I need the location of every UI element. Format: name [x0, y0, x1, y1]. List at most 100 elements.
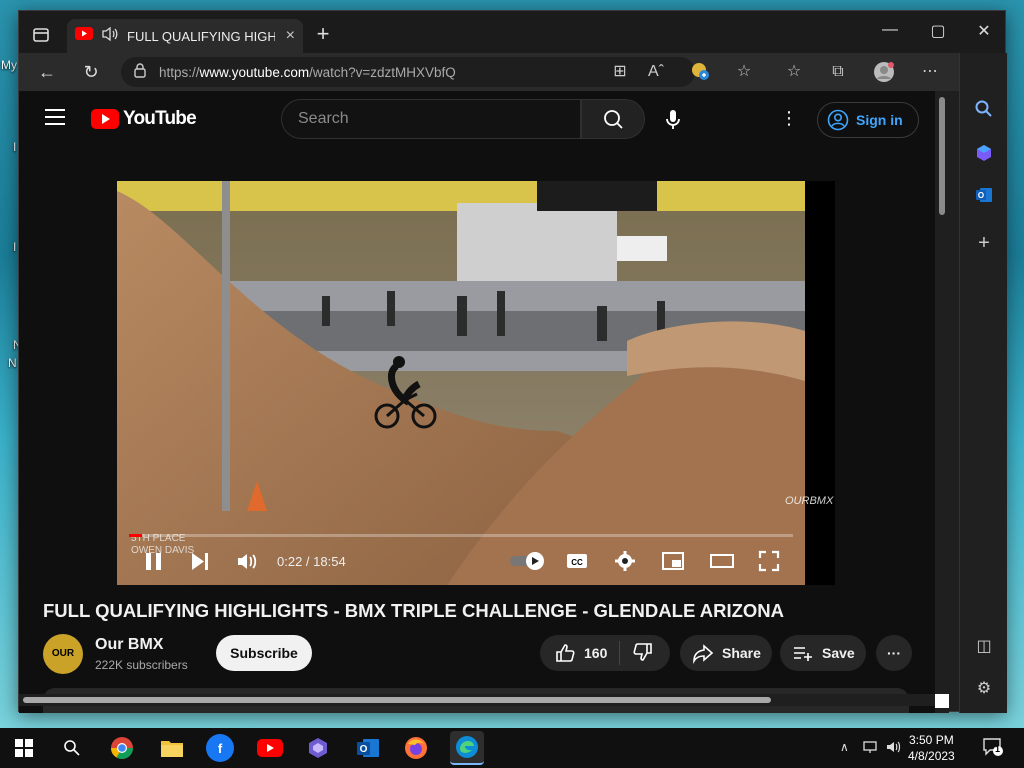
like-dislike-group: 160	[540, 635, 670, 671]
url-text: https://www.youtube.com/watch?v=zdztMHXV…	[159, 65, 456, 80]
outlook-taskbar-icon[interactable]: O	[354, 734, 382, 762]
sidebar-settings-icon[interactable]: ⚙	[972, 677, 996, 701]
youtube-taskbar-icon[interactable]	[256, 734, 284, 762]
like-button[interactable]: 160	[540, 641, 620, 665]
scrollbar-thumb[interactable]	[939, 97, 945, 215]
vertical-scrollbar[interactable]	[935, 91, 949, 713]
save-button[interactable]: Save	[780, 635, 866, 671]
app-available-icon[interactable]: ⊞	[609, 61, 631, 83]
gear-icon	[615, 551, 635, 571]
horizontal-scrollbar[interactable]	[19, 694, 935, 706]
share-label: Share	[722, 645, 761, 661]
voice-search-button[interactable]	[657, 103, 689, 135]
tab-actions-icon[interactable]	[29, 23, 53, 47]
collections-icon[interactable]: ⧉	[827, 61, 849, 83]
show-hidden-icons-button[interactable]: ∧	[840, 740, 849, 754]
volume-button[interactable]	[235, 549, 259, 578]
start-button[interactable]	[10, 734, 38, 762]
progress-fill	[129, 534, 143, 537]
svg-text:CC: CC	[571, 558, 583, 567]
title-bar: FULL QUALIFYING HIGHLIGI × + — ▢ ✕	[19, 11, 1005, 53]
channel-name[interactable]: Our BMX	[95, 636, 163, 654]
volume-icon	[238, 554, 257, 569]
favorites-icon[interactable]: ☆	[783, 61, 805, 83]
desktop-icon-label[interactable]: I	[13, 140, 16, 154]
lock-icon[interactable]	[133, 62, 147, 83]
coupons-icon[interactable]	[689, 61, 711, 83]
share-button[interactable]: Share	[680, 635, 772, 671]
horizontal-scrollbar-thumb[interactable]	[23, 697, 771, 703]
share-icon	[693, 644, 714, 664]
theater-mode-button[interactable]	[709, 549, 735, 578]
miniplayer-icon	[662, 552, 684, 570]
search-input[interactable]: Search	[281, 99, 581, 139]
player-settings-button[interactable]	[613, 549, 637, 578]
browser-tab[interactable]: FULL QUALIFYING HIGHLIGI ×	[67, 19, 303, 53]
video-frame-image	[117, 181, 805, 585]
address-toolbar: ← ↻ https://www.youtube.com/watch?v=zdzt…	[19, 53, 1005, 91]
pause-button[interactable]	[143, 549, 165, 578]
dislike-button[interactable]	[620, 641, 654, 666]
file-explorer-taskbar-icon[interactable]	[158, 734, 186, 762]
more-actions-button[interactable]: ···	[876, 635, 912, 671]
next-button[interactable]	[189, 549, 211, 578]
edge-sidebar: O + ◫ ⚙	[959, 53, 1007, 713]
sidebar-split-icon[interactable]: ◫	[972, 635, 996, 659]
back-button[interactable]: ←	[35, 60, 59, 84]
autoplay-toggle[interactable]	[509, 551, 545, 576]
menu-icon[interactable]	[45, 109, 65, 125]
sign-in-button[interactable]: Sign in	[817, 102, 919, 138]
network-icon[interactable]	[862, 740, 880, 757]
firefox-taskbar-icon[interactable]	[402, 734, 430, 762]
video-player[interactable]: 5TH PLACE OWEN DAVIS OURBMX 0:22 / 18:54…	[117, 181, 835, 585]
sidebar-search-icon[interactable]	[972, 99, 996, 123]
profile-icon[interactable]	[873, 61, 895, 83]
add-favorite-icon[interactable]: ☆	[733, 61, 755, 83]
copilot-taskbar-icon[interactable]	[304, 734, 332, 762]
channel-watermark[interactable]: OURBMX	[785, 495, 833, 507]
playback-time: 0:22 / 18:54	[277, 554, 346, 569]
youtube-logo[interactable]: YouTube	[91, 108, 197, 130]
desktop-icon-label[interactable]: My	[1, 58, 17, 72]
chrome-taskbar-icon[interactable]	[108, 734, 136, 762]
minimize-button[interactable]: —	[875, 21, 905, 39]
taskbar-clock[interactable]: 3:50 PM 4/8/2023	[908, 732, 955, 764]
close-window-button[interactable]: ✕	[969, 21, 999, 41]
new-tab-button[interactable]: +	[311, 22, 335, 46]
refresh-button[interactable]: ↻	[79, 60, 103, 84]
desktop-icon-label[interactable]: N	[8, 356, 17, 370]
settings-menu-icon[interactable]: ⋮	[777, 107, 801, 131]
progress-bar[interactable]	[129, 534, 793, 537]
volume-tray-icon[interactable]	[886, 740, 902, 757]
facebook-taskbar-icon[interactable]: f	[206, 734, 234, 762]
sidebar-copilot-icon[interactable]	[972, 143, 996, 167]
subscribe-button[interactable]: Subscribe	[216, 635, 312, 671]
tab-title: FULL QUALIFYING HIGHLIGI	[127, 28, 275, 44]
save-label: Save	[822, 645, 855, 661]
edge-taskbar-icon[interactable]	[450, 731, 484, 765]
like-count: 160	[584, 645, 608, 661]
svg-text:O: O	[978, 191, 984, 200]
maximize-button[interactable]: ▢	[923, 21, 953, 41]
captions-button[interactable]: CC	[565, 549, 589, 578]
fullscreen-button[interactable]	[757, 549, 781, 578]
miniplayer-button[interactable]	[661, 549, 685, 578]
settings-more-icon[interactable]: ⋯	[919, 61, 941, 83]
read-aloud-icon[interactable]: Aˆ	[645, 61, 667, 83]
desktop-icon-label[interactable]: I	[13, 240, 16, 254]
next-icon	[192, 553, 208, 570]
sidebar-outlook-icon[interactable]: O	[972, 185, 996, 209]
audio-playing-icon[interactable]	[101, 26, 119, 47]
search-button[interactable]	[581, 99, 645, 139]
sidebar-add-icon[interactable]: +	[972, 231, 996, 255]
taskbar: f O ∧ 3:50 PM 4/8/2023 1	[0, 728, 1024, 768]
video-title: FULL QUALIFYING HIGHLIGHTS - BMX TRIPLE …	[43, 600, 785, 621]
notifications-button[interactable]: 1	[982, 737, 1004, 760]
taskbar-search-button[interactable]	[58, 734, 86, 762]
tab-close-button[interactable]: ×	[286, 27, 295, 45]
search-icon	[64, 740, 80, 756]
pause-icon	[146, 553, 161, 570]
sign-in-label: Sign in	[856, 112, 903, 128]
video-owner-row: OUR BMX Our BMX 222K subscribers Subscri…	[43, 632, 923, 699]
channel-avatar[interactable]: OUR BMX	[43, 634, 83, 699]
